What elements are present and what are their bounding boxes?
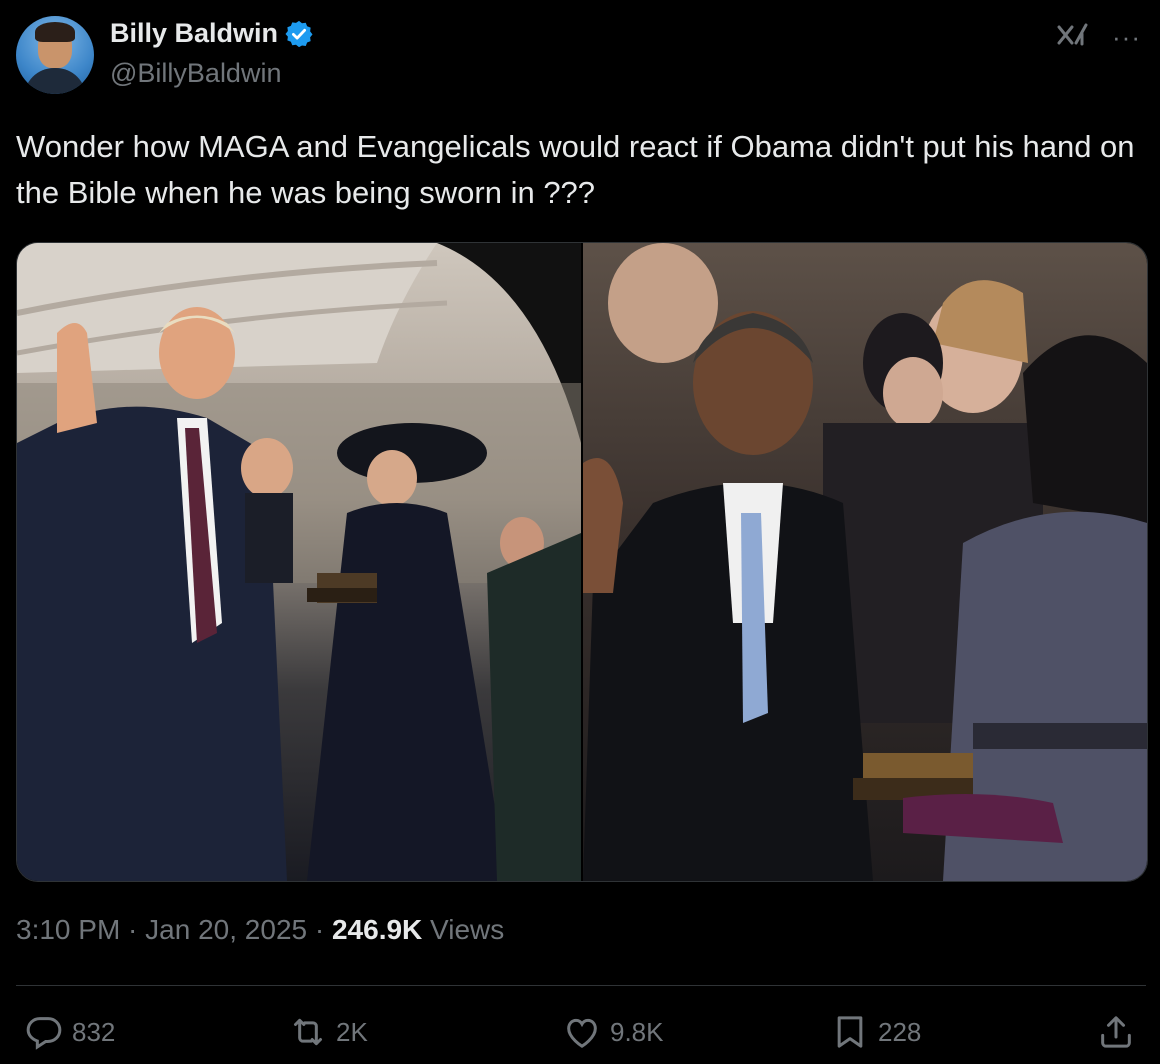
repost-count: 2K xyxy=(336,1016,368,1047)
tweet-text: Wonder how MAGA and Evangelicals would r… xyxy=(16,129,1135,210)
share-button[interactable] xyxy=(1096,1012,1144,1052)
like-button[interactable]: 9.8K xyxy=(562,1012,664,1052)
author-name[interactable]: Billy Baldwin xyxy=(110,18,278,49)
tweet-media[interactable] xyxy=(16,242,1148,882)
tweet-date[interactable]: Jan 20, 2025 xyxy=(145,914,307,945)
repost-button[interactable]: 2K xyxy=(288,1012,368,1052)
meta-separator: · xyxy=(120,914,146,945)
verified-badge-icon xyxy=(285,20,313,47)
media-photo-right[interactable] xyxy=(583,243,1147,881)
views-label: Views xyxy=(422,914,505,945)
views-count: 246.9K xyxy=(331,914,423,945)
reply-icon xyxy=(26,1017,62,1050)
avatar[interactable] xyxy=(16,16,94,94)
divider xyxy=(16,985,1146,986)
reply-count: 832 xyxy=(72,1016,116,1047)
reply-button[interactable]: 832 xyxy=(24,1012,115,1052)
bookmark-count: 228 xyxy=(878,1016,922,1047)
share-icon xyxy=(1101,1016,1131,1048)
author-handle[interactable]: @BillyBaldwin xyxy=(110,58,281,89)
bookmark-button[interactable]: 228 xyxy=(830,1012,921,1052)
grok-icon[interactable] xyxy=(1056,22,1090,48)
avatar-hair xyxy=(35,22,75,42)
avatar-shoulders xyxy=(24,68,86,94)
repost-icon xyxy=(294,1018,322,1046)
like-count: 9.8K xyxy=(610,1016,664,1047)
more-icon[interactable]: ··· xyxy=(1112,22,1141,53)
author-name-row: Billy Baldwin xyxy=(110,18,314,49)
bookmark-icon xyxy=(837,1016,863,1048)
like-icon xyxy=(567,1018,597,1048)
tweet-meta: 3:10 PM · Jan 20, 2025 · 246.9K Views xyxy=(16,914,504,946)
meta-separator: · xyxy=(307,914,332,945)
tweet-time[interactable]: 3:10 PM xyxy=(16,914,120,945)
photo-left-illustration xyxy=(17,243,581,881)
photo-right-illustration xyxy=(583,243,1147,881)
media-photo-left[interactable] xyxy=(17,243,581,881)
